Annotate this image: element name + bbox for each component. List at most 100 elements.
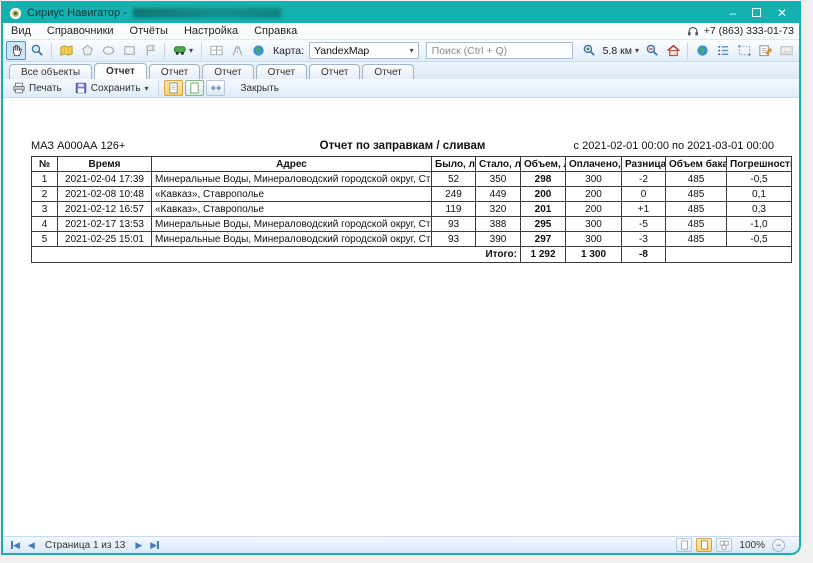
multi-page-view-button[interactable] [716, 538, 732, 552]
picture-icon [779, 43, 794, 58]
prev-page-button[interactable]: ◀ [24, 540, 39, 551]
page-icon [680, 540, 689, 550]
cell-tank-volume: 485 [666, 187, 727, 202]
cell-was: 52 [432, 172, 476, 187]
minimize-button[interactable]: – [729, 7, 736, 19]
polygon-icon [80, 43, 95, 58]
first-page-button[interactable]: ◀ [7, 540, 24, 551]
pan-hand-button[interactable] [6, 41, 26, 60]
status-bar: ◀ ◀ Страница 1 из 13 ▶ ▶ [3, 536, 799, 553]
tab-report-2[interactable]: Отчет [149, 64, 200, 79]
rectangle-tool-button[interactable] [119, 41, 139, 60]
web-map-button[interactable] [248, 41, 268, 60]
app-window: Сириус Навигатор - – ✕ Вид Справочники О… [1, 1, 801, 555]
ellipse-tool-button[interactable] [98, 41, 118, 60]
world-map-button[interactable] [692, 41, 712, 60]
cell-volume: 200 [521, 187, 566, 202]
map-provider-select[interactable]: YandexMap ▾ [309, 42, 419, 59]
search-input[interactable] [426, 42, 573, 59]
route-view-button[interactable] [227, 41, 247, 60]
zoom-out-button[interactable] [642, 41, 662, 60]
cell-num: 4 [32, 217, 58, 232]
tab-report-4[interactable]: Отчет [256, 64, 307, 79]
map-scale-select[interactable]: 5.8 км ▾ [601, 45, 641, 57]
single-page-view-button[interactable] [164, 80, 183, 96]
cell-volume: 201 [521, 202, 566, 217]
cell-address: «Кавказ», Ставрополье [152, 202, 432, 217]
close-button[interactable]: ✕ [777, 7, 787, 19]
edit-map-button[interactable] [56, 41, 76, 60]
fit-page-view-button[interactable] [206, 80, 225, 96]
cell-num: 5 [32, 232, 58, 247]
edit-notes-button[interactable] [755, 41, 775, 60]
table-row: 1 2021-02-04 17:39 Минеральные Воды, Мин… [32, 172, 792, 187]
cell-tank-volume: 485 [666, 232, 727, 247]
menu-otchety[interactable]: Отчёты [122, 25, 176, 37]
page-layout-view-button[interactable] [696, 538, 712, 552]
cell-became: 449 [476, 187, 521, 202]
screenshot-button[interactable] [776, 41, 796, 60]
print-label: Печать [29, 83, 62, 94]
tab-report-3[interactable]: Отчет [202, 64, 253, 79]
tab-report-5[interactable]: Отчет [309, 64, 360, 79]
polygon-tool-button[interactable] [77, 41, 97, 60]
report-title: Отчет по заправкам / сливам [261, 140, 544, 152]
close-report-button[interactable]: Закрыть [235, 82, 284, 95]
totals-difference: -8 [622, 247, 666, 263]
chevron-down-icon: ▾ [144, 84, 148, 93]
totals-row: Итого: 1 292 1 300 -8 [32, 247, 792, 263]
zoom-out-minus-button[interactable]: − [772, 539, 785, 552]
multi-page-icon [719, 540, 729, 550]
print-button[interactable]: Печать [7, 80, 67, 96]
flag-icon [143, 43, 158, 58]
last-page-button[interactable]: ▶ [146, 540, 163, 551]
maximize-button[interactable] [752, 7, 761, 19]
zoom-in-button[interactable] [580, 41, 600, 60]
col-header-error-pct: Погрешность, % [727, 157, 792, 172]
cell-error-pct: -1,0 [727, 217, 792, 232]
window-title: Сириус Навигатор - [27, 7, 127, 19]
cell-difference: 0 [622, 187, 666, 202]
menu-spravka[interactable]: Справка [246, 25, 305, 37]
flag-tool-button[interactable] [140, 41, 160, 60]
fit-width-icon [210, 82, 222, 94]
cell-volume: 295 [521, 217, 566, 232]
col-header-difference: Разница, л [622, 157, 666, 172]
page-outline-icon [189, 82, 200, 94]
cell-was: 249 [432, 187, 476, 202]
magnifier-plus-icon [582, 43, 597, 58]
list-icon [716, 43, 731, 58]
cell-tank-volume: 485 [666, 217, 727, 232]
menu-nastroyka[interactable]: Настройка [176, 25, 246, 37]
vehicle-menu-button[interactable]: ▾ [169, 41, 197, 60]
tab-all-objects[interactable]: Все объекты [9, 64, 92, 79]
zoom-level: 100% [736, 540, 768, 551]
globe-icon [251, 43, 266, 58]
normal-view-button[interactable] [676, 538, 692, 552]
tab-report-6[interactable]: Отчет [362, 64, 413, 79]
page-icon [168, 82, 179, 94]
tab-report-active[interactable]: Отчет [94, 63, 147, 79]
table-header-row: № Время Адрес Было, л Стало, л Объем, л … [32, 157, 792, 172]
cell-paid: 300 [566, 172, 622, 187]
select-area-button[interactable] [734, 41, 754, 60]
zoom-tool-button[interactable] [27, 41, 47, 60]
ellipse-icon [101, 43, 116, 58]
floppy-save-icon [74, 81, 88, 95]
table-view-button[interactable] [206, 41, 226, 60]
title-redacted-text [133, 8, 281, 18]
menu-vid[interactable]: Вид [3, 25, 39, 37]
legend-list-button[interactable] [713, 41, 733, 60]
next-page-button[interactable]: ▶ [131, 540, 146, 551]
cell-error-pct: -0,5 [727, 172, 792, 187]
col-header-time: Время [58, 157, 152, 172]
menu-spravochniki[interactable]: Справочники [39, 25, 122, 37]
page-width-view-button[interactable] [185, 80, 204, 96]
col-header-paid: Оплачено, л [566, 157, 622, 172]
save-button[interactable]: Сохранить ▾ [69, 80, 154, 96]
notepad-edit-icon [758, 43, 773, 58]
cell-error-pct: 0,3 [727, 202, 792, 217]
home-button[interactable] [663, 41, 683, 60]
cell-tank-volume: 485 [666, 172, 727, 187]
totals-paid: 1 300 [566, 247, 622, 263]
